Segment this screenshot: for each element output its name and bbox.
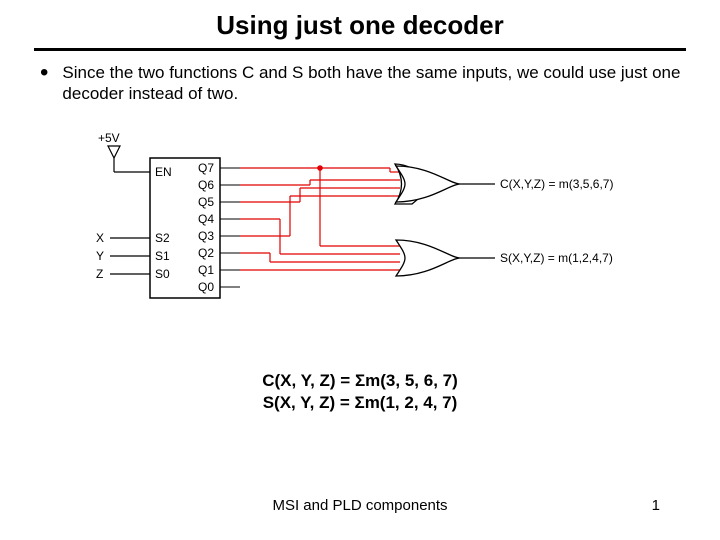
bullet-dot-icon: •	[40, 64, 48, 82]
input-z: Z	[96, 267, 103, 281]
gate-c-label: C(X,Y,Z) = m(3,5,6,7)	[500, 177, 613, 191]
bullet-row: • Since the two functions C and S both h…	[40, 62, 686, 105]
q6-label: Q6	[198, 178, 214, 192]
q3-label: Q3	[198, 229, 214, 243]
gate-s-label: S(X,Y,Z) = m(1,2,4,7)	[500, 251, 613, 265]
q7-label: Q7	[198, 161, 214, 175]
bullet-text: Since the two functions C and S both hav…	[62, 62, 686, 105]
net-s	[240, 168, 400, 270]
vcc-symbol: +5V	[98, 131, 150, 172]
en-label: EN	[155, 165, 172, 179]
q2-label: Q2	[198, 246, 214, 260]
q4-label: Q4	[198, 212, 214, 226]
title-underline	[34, 48, 686, 51]
q5-label: Q5	[198, 195, 214, 209]
vcc-label: +5V	[98, 131, 120, 145]
select-s0: S0	[155, 267, 170, 281]
input-y: Y	[96, 249, 104, 263]
footer-page-number: 1	[652, 497, 660, 514]
footer-title: MSI and PLD components	[0, 497, 720, 514]
slide-title: Using just one decoder	[0, 10, 720, 41]
slide: Using just one decoder • Since the two f…	[0, 0, 720, 540]
outputs: Q7 Q6 Q5 Q4 Q3 Q2 Q1	[198, 161, 240, 294]
select-s1: S1	[155, 249, 170, 263]
select-s2: S2	[155, 231, 170, 245]
equation-s: S(X, Y, Z) = Σm(1, 2, 4, 7)	[0, 392, 720, 414]
q0-label: Q0	[198, 280, 214, 294]
input-x: X	[96, 231, 104, 245]
or-gate-s: S(X,Y,Z) = m(1,2,4,7)	[396, 240, 613, 276]
equations-block: C(X, Y, Z) = Σm(3, 5, 6, 7) S(X, Y, Z) =…	[0, 370, 720, 414]
q1-label: Q1	[198, 263, 214, 277]
decoder-diagram: +5V EN X Y Z S2 S1 S0	[90, 128, 650, 318]
equation-c: C(X, Y, Z) = Σm(3, 5, 6, 7)	[0, 370, 720, 392]
or-gate-c: C(X,Y,Z) = m(3,5,6,7)	[395, 164, 613, 204]
input-wires: X Y Z S2 S1 S0	[96, 231, 170, 281]
